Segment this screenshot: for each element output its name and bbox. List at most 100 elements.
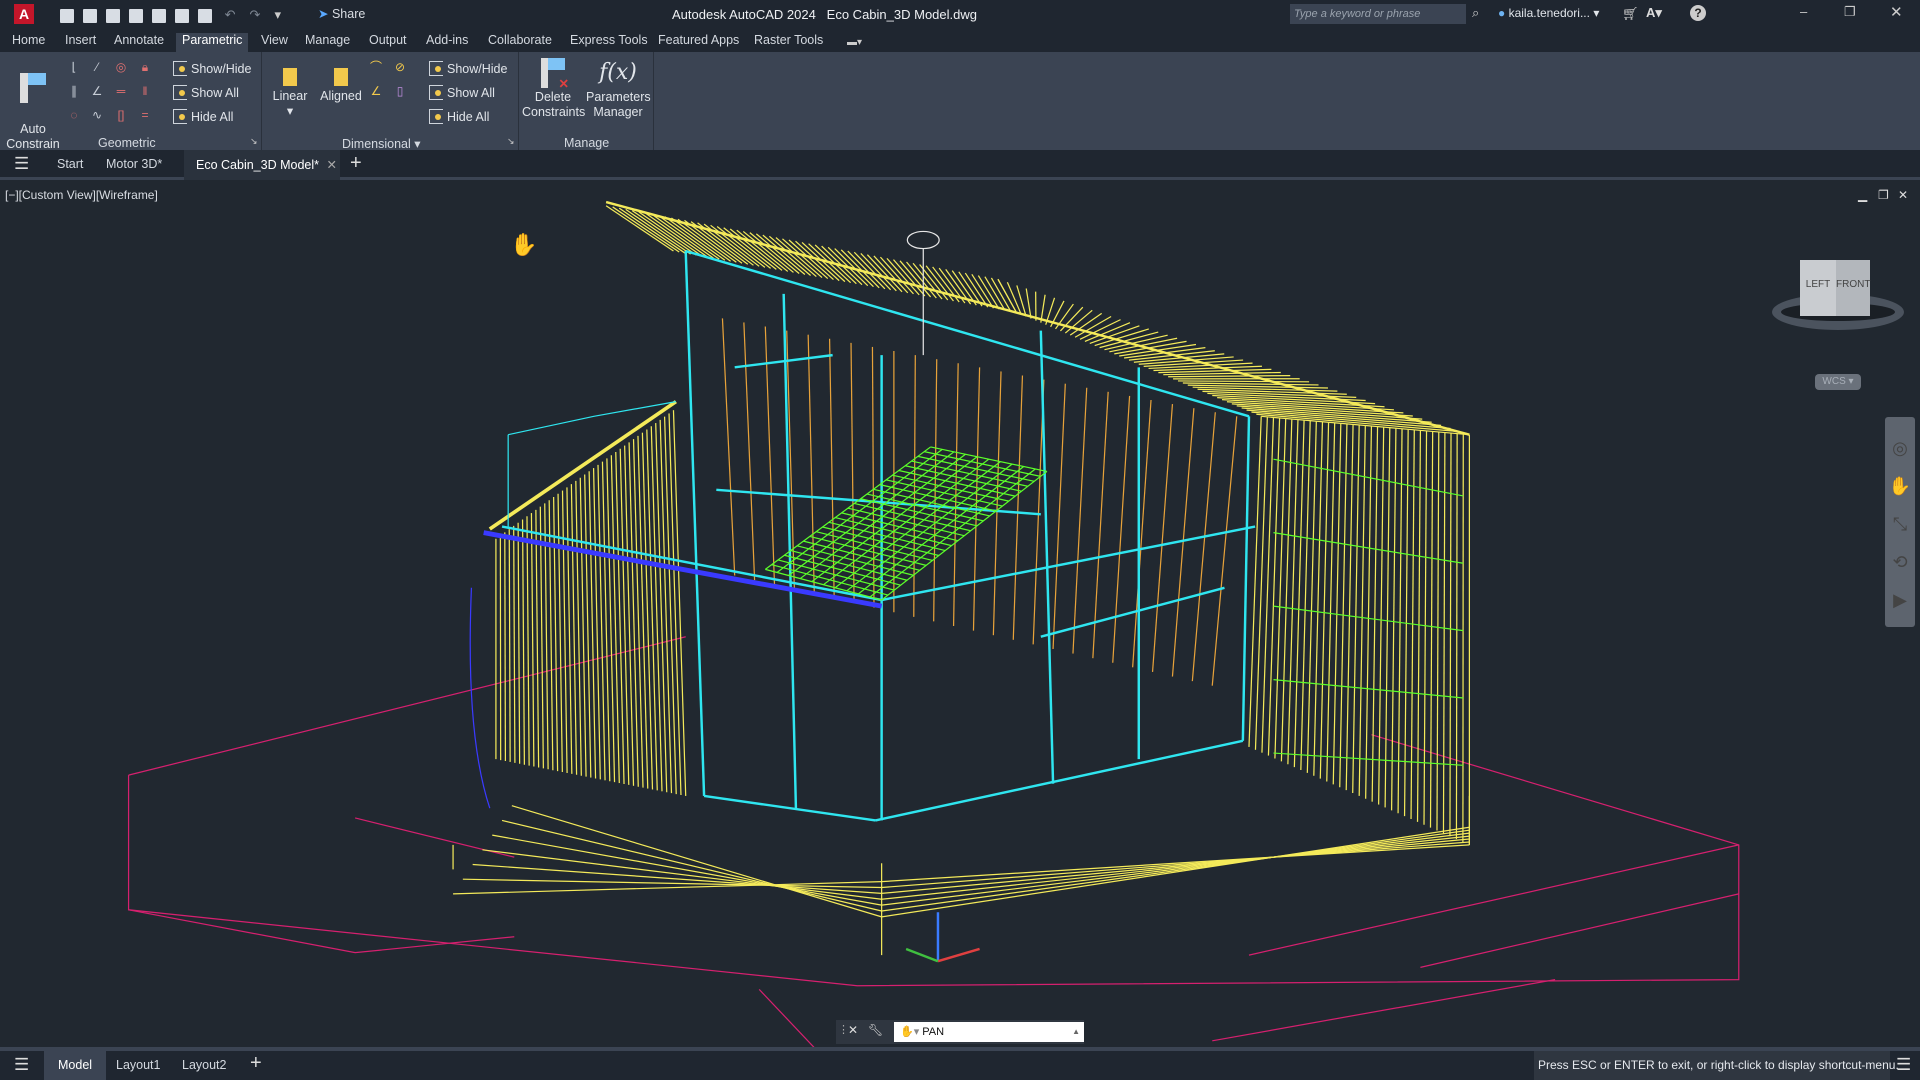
parallel-icon[interactable]: ∥	[67, 84, 81, 98]
smooth-icon[interactable]: ∿	[90, 108, 104, 122]
viewcube-left-face[interactable]: LEFT	[1800, 260, 1836, 316]
perpendicular-icon[interactable]: ∠	[90, 84, 104, 98]
tab-annotate[interactable]: Annotate	[108, 33, 170, 52]
layout-tab-layout2[interactable]: Layout2	[182, 1058, 226, 1072]
coincident-icon[interactable]: ⌊	[67, 60, 81, 74]
tab-manage[interactable]: Manage	[299, 33, 356, 52]
doc-tab-eco-cabin[interactable]: Eco Cabin_3D Model* ✕	[184, 150, 340, 180]
geometric-show-all-button[interactable]: Show All	[173, 85, 239, 100]
command-recent-icon[interactable]: ✋▾	[900, 1026, 919, 1038]
diameter-icon[interactable]: ⊘	[393, 60, 407, 74]
close-button[interactable]: ✕	[1890, 3, 1903, 21]
layout-tab-model[interactable]: Model	[44, 1051, 106, 1080]
new-layout-button[interactable]: +	[250, 1052, 262, 1075]
dimensional-hide-all-button[interactable]: Hide All	[429, 109, 489, 124]
delete-constraints-button[interactable]: ✕ Delete Constraints	[522, 58, 585, 120]
tab-home[interactable]: Home	[6, 33, 51, 52]
dimensional-dialog-launcher[interactable]: ↘	[507, 136, 515, 147]
user-menu[interactable]: ● kaila.tenedori... ▾	[1498, 6, 1599, 20]
vertical-icon[interactable]: ‖	[138, 84, 152, 98]
auto-constrain-button[interactable]: Auto Constrain	[4, 58, 62, 152]
navigation-bar[interactable]: ◎ ✋ ⤡ ⟲ ▶	[1885, 417, 1915, 627]
siding-line	[1352, 424, 1360, 794]
dimensional-panel-label[interactable]: Dimensional ▾	[342, 136, 421, 151]
steering-wheel-icon[interactable]: ◎	[1885, 429, 1915, 467]
ucs-menu[interactable]: WCS ▾	[1815, 374, 1861, 390]
search-icon[interactable]: ⌕	[1472, 5, 1479, 21]
viewcube-front-face[interactable]: FRONT	[1836, 260, 1870, 316]
pan-icon[interactable]: ✋	[1885, 467, 1915, 505]
zoom-icon[interactable]: ⤡	[1885, 505, 1915, 543]
open-web-icon[interactable]	[152, 8, 166, 23]
app-logo[interactable]: A	[14, 4, 34, 24]
command-close-icon[interactable]: ✕	[848, 1023, 858, 1037]
collinear-icon[interactable]: ⁄	[90, 60, 104, 74]
tab-output[interactable]: Output	[363, 33, 413, 52]
radius-icon[interactable]: ⌒	[369, 60, 383, 74]
siding-line	[1254, 416, 1268, 750]
viewport-restore[interactable]: ❐	[1878, 188, 1889, 202]
geometric-dialog-launcher[interactable]: ↘	[250, 136, 258, 147]
doc-tab-motor-3d[interactable]: Motor 3D*	[106, 157, 162, 171]
aligned-button[interactable]: Aligned	[318, 58, 364, 104]
autodesk-account-icon[interactable]: A▾	[1646, 5, 1662, 21]
help-icon[interactable]: ?	[1690, 5, 1706, 21]
tab-raster-tools[interactable]: Raster Tools	[748, 33, 829, 52]
showmotion-icon[interactable]: ▶	[1885, 581, 1915, 619]
new-tab-button[interactable]: +	[350, 152, 362, 175]
viewcube[interactable]: LEFT FRONT	[1772, 256, 1904, 336]
tab-express-tools[interactable]: Express Tools	[564, 33, 654, 52]
new-icon[interactable]	[60, 8, 74, 23]
open-icon[interactable]	[83, 8, 97, 23]
customization-menu-icon[interactable]: ☰	[1896, 1055, 1911, 1075]
viewport-close[interactable]: ✕	[1898, 188, 1908, 202]
angular-icon[interactable]: ∠	[369, 84, 383, 98]
roof-rafter	[1163, 371, 1281, 376]
horizontal-icon[interactable]: ═	[114, 84, 128, 98]
orbit-icon[interactable]: ⟲	[1885, 543, 1915, 581]
parameters-manager-button[interactable]: f(x) Parameters Manager	[586, 58, 651, 120]
geometric-show-hide-button[interactable]: Show/Hide	[173, 61, 251, 76]
tab-collaborate[interactable]: Collaborate	[482, 33, 558, 52]
dimensional-show-hide-button[interactable]: Show/Hide	[429, 61, 507, 76]
undo-icon[interactable]: ↶	[225, 7, 236, 22]
plot-icon[interactable]	[198, 8, 212, 23]
viewport-controls-label[interactable]: [−][Custom View][Wireframe]	[5, 188, 158, 202]
concentric-icon[interactable]: ◎	[114, 60, 128, 74]
dimensional-show-all-button[interactable]: Show All	[429, 85, 495, 100]
save-web-icon[interactable]	[175, 8, 189, 23]
redo-icon[interactable]: ↷	[250, 7, 261, 22]
command-history-icon[interactable]: ▲	[1072, 1022, 1080, 1042]
layout-tab-layout1[interactable]: Layout1	[116, 1058, 160, 1072]
search-input[interactable]: Type a keyword or phrase	[1290, 4, 1466, 24]
file-menu-icon[interactable]: ☰	[14, 154, 29, 174]
convert-icon[interactable]: ▯	[393, 84, 407, 98]
restore-button[interactable]: ❐	[1844, 4, 1856, 20]
cart-icon[interactable]: 🛒︎	[1622, 6, 1639, 22]
roof-rafter	[1025, 288, 1032, 319]
save-icon[interactable]	[106, 8, 120, 23]
close-tab-icon[interactable]: ✕	[326, 158, 336, 172]
viewport-minimize[interactable]: ▁	[1858, 188, 1867, 202]
linear-button[interactable]: Linear ▾	[272, 58, 308, 119]
layout-menu-icon[interactable]: ☰	[14, 1055, 29, 1075]
command-customize-icon[interactable]: 🔧︎	[868, 1023, 883, 1037]
tab-insert[interactable]: Insert	[59, 33, 102, 52]
geometric-hide-all-button[interactable]: Hide All	[173, 109, 233, 124]
customize-icon[interactable]: ▾	[274, 7, 281, 22]
overhang-beam	[483, 530, 883, 609]
deck-step	[881, 832, 1470, 906]
tab-featured-apps[interactable]: Featured Apps	[652, 33, 745, 52]
share-button[interactable]: ➤ Share	[318, 6, 365, 21]
minimize-button[interactable]: –	[1800, 4, 1807, 19]
save-as-icon[interactable]	[129, 8, 143, 23]
command-input[interactable]: ✋▾ PAN ▲	[894, 1022, 1084, 1042]
ribbon-minimize-toggle[interactable]: ▬▾	[847, 37, 862, 48]
equal-icon[interactable]: =	[138, 108, 152, 122]
doc-tab-start[interactable]: Start	[57, 157, 83, 171]
symmetric-icon[interactable]: []	[114, 108, 128, 122]
tab-view[interactable]: View	[255, 33, 294, 52]
fix-icon[interactable]: 🔒︎	[138, 60, 152, 74]
tab-add-ins[interactable]: Add-ins	[420, 33, 474, 52]
tangent-icon[interactable]: ◌	[67, 108, 81, 122]
